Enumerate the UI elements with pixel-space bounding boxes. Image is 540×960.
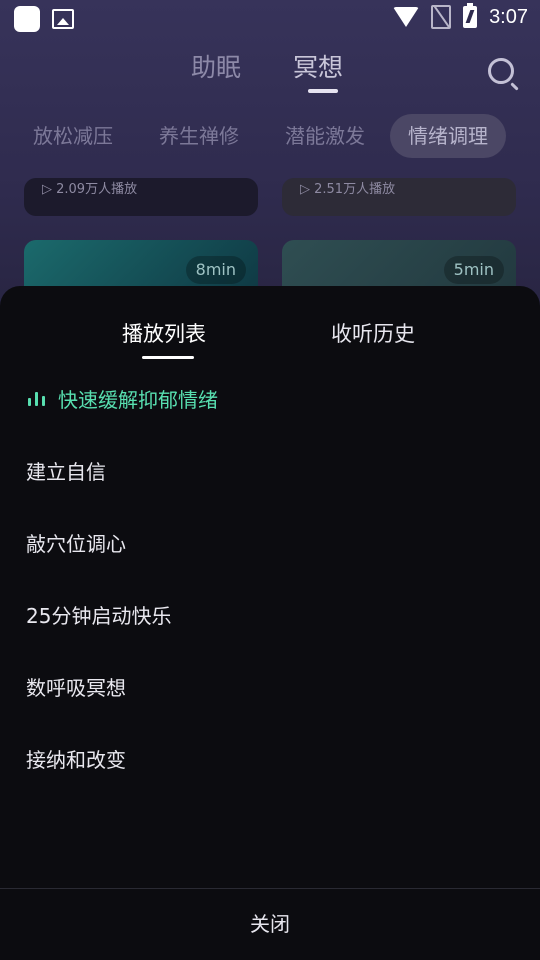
list-item[interactable]: 25分钟启动快乐	[26, 600, 171, 629]
tab-sleep[interactable]: 助眠	[191, 48, 241, 84]
list-item[interactable]: 建立自信	[26, 456, 106, 485]
duration-badge: 5min	[443, 256, 504, 284]
search-icon[interactable]	[488, 58, 514, 84]
tab-playlist[interactable]: 播放列表	[122, 318, 206, 348]
category-emotion[interactable]: 情绪调理	[390, 114, 506, 158]
list-item[interactable]: 敲穴位调心	[26, 528, 126, 557]
duration-badge: 8min	[185, 256, 246, 284]
tab-history[interactable]: 收听历史	[331, 318, 415, 348]
battery-charging-icon	[463, 3, 478, 28]
sheet-tab-indicator	[142, 356, 194, 359]
category-tabs: 放松减压 养生禅修 潜能激发 情绪调理	[0, 114, 540, 158]
list-item[interactable]: 接纳和改变	[26, 744, 126, 773]
category-relax[interactable]: 放松减压	[33, 114, 113, 158]
list-item[interactable]: 数呼吸冥想	[26, 672, 126, 701]
status-bar: 3:07	[0, 0, 540, 38]
tab-indicator	[308, 89, 338, 93]
top-tabs: 助眠 冥想	[0, 48, 540, 98]
image-notification-icon	[52, 9, 74, 29]
status-time: 3:07	[489, 5, 528, 28]
play-count: ▷ 2.09万人播放	[42, 182, 138, 197]
content-card[interactable]: ▷ 2.09万人播放	[24, 178, 258, 216]
category-zen[interactable]: 养生禅修	[159, 114, 239, 158]
playlist-sheet: 播放列表 收听历史 快速缓解抑郁情绪 建立自信 敲穴位调心 25分钟启动快乐 数…	[0, 286, 540, 960]
content-card[interactable]: ▷ 2.51万人播放	[282, 178, 516, 216]
close-button[interactable]: 关闭	[0, 889, 540, 960]
app-notification-icon	[14, 6, 40, 32]
category-potential[interactable]: 潜能激发	[285, 114, 365, 158]
play-count: ▷ 2.51万人播放	[300, 182, 396, 197]
list-item[interactable]: 快速缓解抑郁情绪	[58, 384, 218, 413]
wifi-icon	[393, 7, 420, 27]
now-playing-icon	[28, 390, 46, 406]
tab-meditate[interactable]: 冥想	[293, 48, 343, 84]
no-sim-icon	[431, 5, 452, 29]
